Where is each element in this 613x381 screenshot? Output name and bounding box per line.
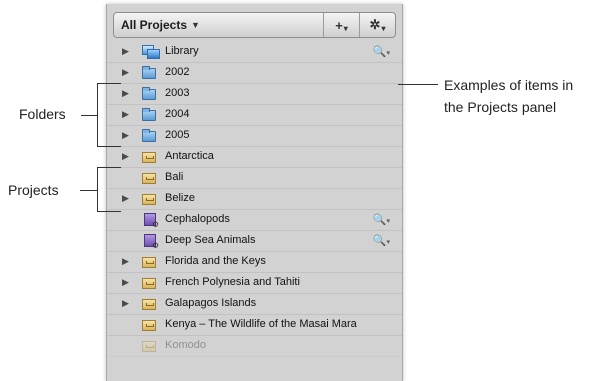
- folder-icon: [142, 66, 156, 79]
- project-icon: [142, 173, 156, 184]
- project-icon: [142, 278, 156, 289]
- projects-callout: Projects: [8, 182, 59, 198]
- folder-item[interactable]: ▶ 2004: [107, 105, 402, 126]
- folders-callout: Folders: [19, 106, 66, 122]
- disclosure-triangle-icon[interactable]: ▶: [122, 298, 129, 309]
- item-label: Komodo: [165, 339, 206, 351]
- project-item[interactable]: ▶ Florida and the Keys: [107, 252, 402, 273]
- folders-callout-line: [81, 115, 97, 116]
- projects-callout-line: [80, 190, 97, 191]
- project-item[interactable]: ▶ Belize: [107, 189, 402, 210]
- examples-callout-line1: Examples of items in: [444, 77, 574, 93]
- library-icon: [142, 45, 160, 59]
- item-label: Cephalopods: [165, 213, 230, 225]
- project-item[interactable]: ▶ French Polynesia and Tahiti: [107, 273, 402, 294]
- projects-bracket-top: [97, 167, 121, 168]
- project-item[interactable]: ▶ Antarctica: [107, 147, 402, 168]
- item-label: 2004: [165, 108, 190, 120]
- item-label: 2003: [165, 87, 190, 99]
- smart-item[interactable]: Cephalopods 🔍▾: [107, 210, 402, 231]
- folder-item[interactable]: ▶ 2003: [107, 84, 402, 105]
- disclosure-triangle-icon[interactable]: ▶: [122, 193, 129, 204]
- project-item[interactable]: Kenya – The Wildlife of the Masai Mara: [107, 315, 402, 336]
- add-button[interactable]: + ▾: [323, 13, 359, 37]
- item-label: Deep Sea Animals: [165, 234, 256, 246]
- project-icon: [142, 194, 156, 205]
- disclosure-triangle-icon[interactable]: ▶: [122, 46, 129, 57]
- plus-icon: +: [335, 17, 343, 33]
- menu-arrow-icon: ▼: [191, 20, 200, 30]
- projects-panel: All Projects ▼ + ▾ ✲ ▾ ▶ Library 🔍▾ ▶ 2002 ▶ 200…: [106, 4, 403, 381]
- disclosure-triangle-icon[interactable]: ▶: [122, 88, 129, 99]
- disclosure-triangle-icon[interactable]: ▶: [122, 277, 129, 288]
- disclosure-triangle-icon[interactable]: ▶: [122, 130, 129, 141]
- item-label: 2002: [165, 66, 190, 78]
- smart-item[interactable]: Deep Sea Animals 🔍▾: [107, 231, 402, 252]
- projects-bracket-vertical: [97, 167, 98, 211]
- project-icon: [142, 257, 156, 268]
- folder-icon: [142, 129, 156, 142]
- examples-callout: Examples of items in the Projects panel: [444, 74, 573, 118]
- folder-icon: [142, 108, 156, 121]
- folder-item[interactable]: ▶ 2005: [107, 126, 402, 147]
- all-projects-label: All Projects: [121, 18, 188, 32]
- folders-bracket-bottom: [97, 146, 121, 147]
- dropdown-arrow-icon: ▾: [381, 23, 386, 33]
- examples-callout-line2: the Projects panel: [444, 99, 557, 115]
- search-icon[interactable]: 🔍▾: [373, 234, 390, 247]
- item-label: Antarctica: [165, 150, 214, 162]
- project-icon: [142, 299, 156, 310]
- project-icon: [142, 341, 156, 352]
- project-icon: [142, 320, 156, 331]
- item-label: Library: [165, 45, 199, 57]
- disclosure-triangle-icon[interactable]: ▶: [122, 109, 129, 120]
- item-label: Kenya – The Wildlife of the Masai Mara: [165, 318, 357, 330]
- disclosure-triangle-icon[interactable]: ▶: [122, 67, 129, 78]
- folder-item[interactable]: ▶ 2002: [107, 63, 402, 84]
- all-projects-menu[interactable]: All Projects ▼: [114, 13, 323, 37]
- item-label: Galapagos Islands: [165, 297, 257, 309]
- project-item[interactable]: Komodo: [107, 336, 402, 357]
- item-label: Belize: [165, 192, 195, 204]
- projects-panel-header: All Projects ▼ + ▾ ✲ ▾: [113, 12, 396, 38]
- project-item[interactable]: Bali: [107, 168, 402, 189]
- item-label: French Polynesia and Tahiti: [165, 276, 300, 288]
- item-label: 2005: [165, 129, 190, 141]
- project-icon: [142, 152, 156, 163]
- disclosure-triangle-icon[interactable]: ▶: [122, 256, 129, 267]
- smart-icon: [144, 213, 159, 229]
- folders-bracket-top: [97, 83, 121, 84]
- gear-icon: ✲: [369, 17, 381, 32]
- action-menu-button[interactable]: ✲ ▾: [359, 13, 395, 37]
- library-item[interactable]: ▶ Library 🔍▾: [107, 42, 402, 63]
- search-icon[interactable]: 🔍▾: [373, 213, 390, 226]
- smart-icon: [144, 234, 159, 250]
- project-item[interactable]: ▶ Galapagos Islands: [107, 294, 402, 315]
- search-icon[interactable]: 🔍▾: [373, 45, 390, 58]
- item-label: Bali: [165, 171, 184, 183]
- examples-callout-line: [398, 84, 438, 85]
- disclosure-triangle-icon[interactable]: ▶: [122, 151, 129, 162]
- folder-icon: [142, 87, 156, 100]
- item-label: Florida and the Keys: [165, 255, 266, 267]
- folders-bracket-vertical: [97, 83, 98, 146]
- dropdown-arrow-icon: ▾: [343, 23, 348, 33]
- projects-bracket-bottom: [97, 211, 121, 212]
